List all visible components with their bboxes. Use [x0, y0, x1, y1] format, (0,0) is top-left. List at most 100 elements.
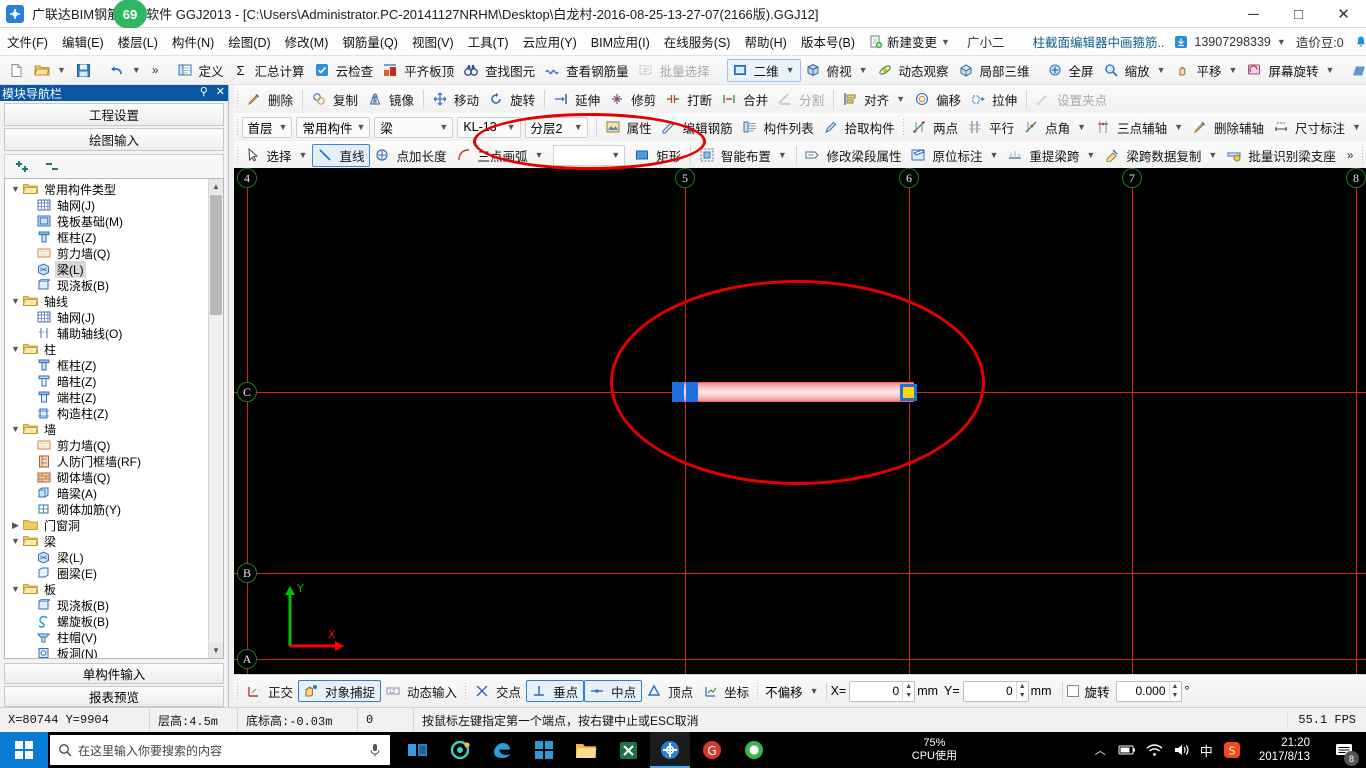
pick-component-button[interactable]: 拾取构件 [819, 116, 900, 139]
ggj-icon[interactable] [650, 732, 690, 768]
tab-report-preview[interactable]: 报表预览 [4, 686, 224, 707]
chevron-down-icon[interactable]: ▼ [9, 424, 22, 434]
coordinate-snap-toggle[interactable]: 坐标 [698, 680, 754, 702]
three-point-axis-button[interactable]: 三点辅轴 ▼ [1091, 116, 1188, 139]
open-file-button[interactable]: ▼ [29, 59, 71, 82]
coin-balance[interactable]: 造价豆:0 [1286, 30, 1354, 53]
tree-item-13[interactable]: 端柱(Z) [5, 389, 208, 405]
align-slab-top-button[interactable]: 平齐板顶 [378, 59, 459, 82]
chevron-down-icon[interactable]: ▼ [9, 344, 22, 354]
align-button[interactable]: 对齐 ▼ [838, 88, 910, 111]
tab-single-component-input[interactable]: 单构件输入 [4, 663, 224, 684]
chevron-down-icon[interactable]: ▼ [896, 94, 905, 104]
snapbar-grip[interactable] [236, 681, 240, 701]
delete-axis-button[interactable]: 删除辅轴 [1188, 116, 1269, 139]
floor-select[interactable]: 首层 ▼ [241, 116, 293, 138]
guanglianda-icon[interactable]: G [692, 732, 732, 768]
toolbar-grip[interactable] [901, 117, 906, 137]
tree-item-18[interactable]: 砌体墙(Q) [5, 469, 208, 485]
undo-button[interactable]: ▼ [104, 59, 146, 82]
zoom-button[interactable]: 缩放 ▼ [1099, 59, 1171, 82]
chevron-right-icon[interactable]: ▶ [9, 520, 22, 531]
dynamic-observe-button[interactable]: 动态观察 [873, 59, 954, 82]
tree-item-15[interactable]: ▼ 墙 [5, 421, 208, 437]
in-place-annotation-button[interactable]: 原位标注 ▼ [906, 144, 1003, 167]
tree-item-1[interactable]: 轴网(J) [5, 197, 208, 213]
tree-item-23[interactable]: 梁(L) [5, 549, 208, 565]
tree-item-4[interactable]: 剪力墙(Q) [5, 245, 208, 261]
tree-item-6[interactable]: 现浇板(B) [5, 277, 208, 293]
menu-rebar-qty[interactable]: 钢筋量(Q) [335, 29, 405, 54]
x-offset-spinner[interactable]: ▲ ▼ [902, 682, 914, 700]
collapse-all-icon[interactable] [43, 159, 63, 175]
chevron-down-icon[interactable]: ▼ [778, 150, 787, 160]
intersection-snap-toggle[interactable]: 交点 [470, 680, 526, 702]
store-icon[interactable] [524, 732, 564, 768]
account-phone[interactable]: 13907298339 [1192, 33, 1272, 51]
maximize-button[interactable]: □ [1276, 0, 1321, 28]
explorer-icon[interactable] [566, 732, 606, 768]
chevron-down-icon[interactable]: ▼ [9, 584, 22, 594]
spin-up-icon[interactable]: ▲ [1017, 682, 1028, 691]
tree-item-25[interactable]: ▼ 板 [5, 581, 208, 597]
toolbar-grip[interactable] [1361, 145, 1364, 165]
tree-item-12[interactable]: 暗柱(Z) [5, 373, 208, 389]
tree-item-27[interactable]: 螺旋板(B) [5, 613, 208, 629]
menu-draw[interactable]: 绘图(D) [221, 29, 277, 54]
y-offset-input[interactable]: ▲▼ [962, 680, 1029, 702]
axis-bubble-top-4[interactable]: 4 [237, 168, 257, 188]
tree-item-26[interactable]: 现浇板(B) [5, 597, 208, 613]
chevron-down-icon[interactable]: ▼ [810, 686, 819, 696]
tree-item-14[interactable]: 构造柱(Z) [5, 405, 208, 421]
toolbar-grip[interactable] [236, 89, 240, 109]
toolbar-grip[interactable] [236, 145, 239, 165]
tree-item-2[interactable]: 筏板基础(M) [5, 213, 208, 229]
tree-item-8[interactable]: 轴网(J) [5, 309, 208, 325]
split-button[interactable]: 分割 [773, 88, 829, 111]
y-offset-field[interactable] [963, 681, 1016, 701]
spin-up-icon[interactable]: ▲ [903, 682, 914, 691]
top-view-button[interactable]: 俯视 ▼ [801, 59, 873, 82]
chevron-down-icon[interactable]: ▼ [439, 122, 448, 132]
chevron-down-icon[interactable]: ▼ [9, 536, 22, 546]
line-tool-button[interactable]: 直线 [312, 143, 371, 167]
span-data-copy-button[interactable]: 梁跨数据复制 ▼ [1100, 144, 1222, 167]
extend-button[interactable]: 延伸 [549, 88, 605, 111]
snapbar-grip[interactable] [464, 681, 469, 701]
tree-scrollbar[interactable]: ▲ ▼ [208, 179, 223, 658]
browser-icon[interactable] [734, 732, 774, 768]
start-button[interactable] [0, 732, 48, 768]
find-element-button[interactable]: 查找图元 [459, 59, 540, 82]
mirror-button[interactable]: 镜像 [363, 88, 419, 111]
chevron-down-icon[interactable]: ▼ [1157, 65, 1166, 75]
sogou-ime-icon[interactable]: S [1223, 741, 1241, 759]
spin-down-icon[interactable]: ▼ [903, 691, 914, 700]
chevron-down-icon[interactable]: ▼ [279, 122, 288, 132]
axis-bubble-top-5[interactable]: 5 [675, 168, 695, 188]
rotate-field[interactable] [1116, 681, 1169, 701]
tree-item-20[interactable]: 砌体加筋(Y) [5, 501, 208, 517]
set-grip-button[interactable]: 设置夹点 [1031, 88, 1112, 111]
chevron-down-icon[interactable]: ▼ [1077, 122, 1086, 132]
y-offset-spinner[interactable]: ▲ ▼ [1015, 682, 1028, 700]
tree-item-10[interactable]: ▼ 柱 [5, 341, 208, 357]
trim-button[interactable]: 修剪 [605, 88, 661, 111]
dynamic-input-toggle[interactable]: 12 动态输入 [381, 680, 462, 702]
merge-button[interactable]: 合并 [717, 88, 773, 111]
component-type-select[interactable]: 梁 ▼ [374, 116, 454, 138]
expand-all-icon[interactable] [13, 159, 33, 175]
axis-bubble-top-7[interactable]: 7 [1122, 168, 1142, 188]
microphone-icon[interactable] [368, 743, 382, 758]
2d-view-button[interactable]: 二维 ▼ [726, 58, 801, 82]
batch-beam-support-button[interactable]: 批量识别梁支座 [1222, 144, 1341, 167]
break-button[interactable]: 打断 [661, 88, 717, 111]
move-button[interactable]: 移动 [428, 88, 484, 111]
chevron-down-icon[interactable]: ▼ [132, 65, 141, 75]
chevron-down-icon[interactable]: ▼ [9, 184, 22, 194]
chevron-down-icon[interactable]: ▼ [1208, 150, 1217, 160]
vertex-snap-toggle[interactable]: 顶点 [642, 680, 698, 702]
rotate-spinner[interactable]: ▲ ▼ [1168, 682, 1181, 700]
scroll-down-button[interactable]: ▼ [209, 643, 223, 658]
axis-bubble-top-8[interactable]: 8 [1346, 168, 1366, 188]
summarize-button[interactable]: Σ 汇总计算 [229, 59, 310, 82]
